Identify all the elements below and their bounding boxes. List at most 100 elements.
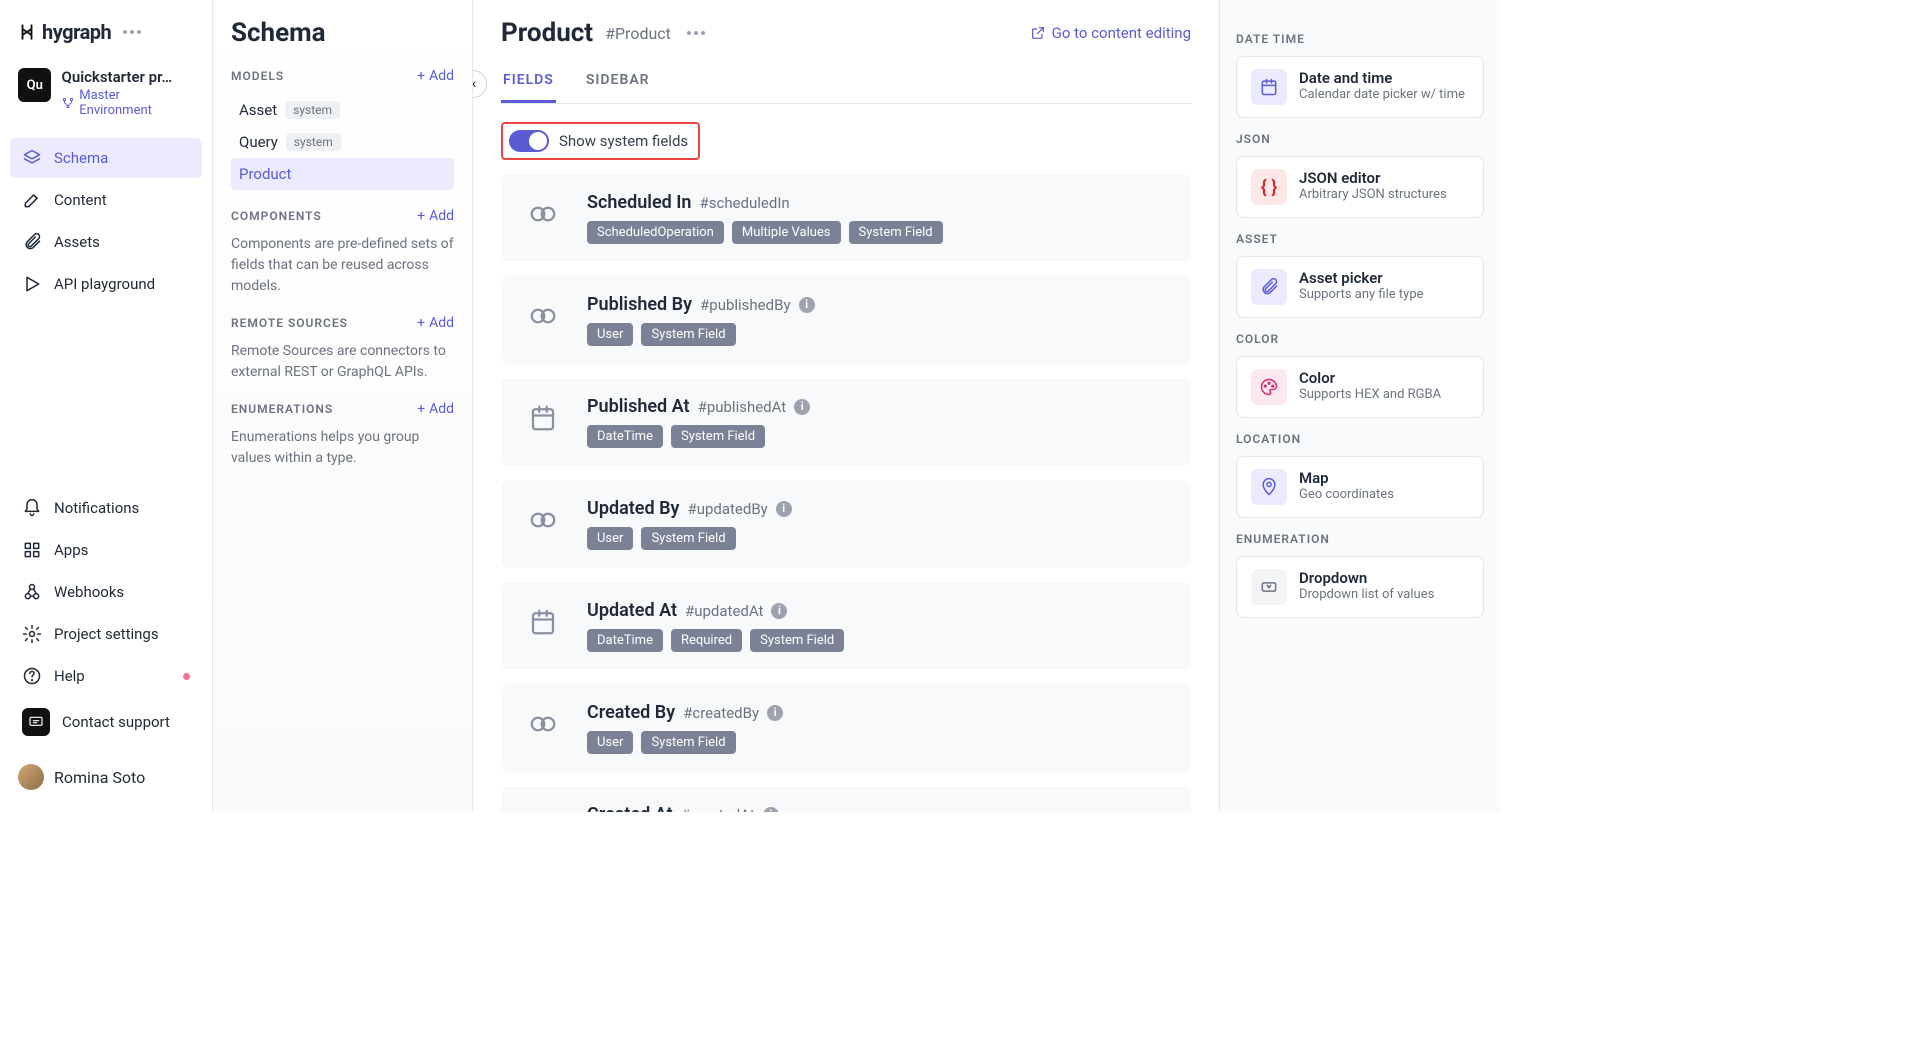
- nav-help[interactable]: Help: [10, 656, 202, 696]
- field-pill: User: [587, 731, 633, 754]
- info-icon[interactable]: i: [776, 501, 792, 517]
- field-card[interactable]: Created By#createdByiUserSystem Field: [501, 684, 1191, 772]
- field-pill: System Field: [641, 323, 735, 346]
- logo-mark-icon: [18, 23, 36, 41]
- field-type-dropdown[interactable]: DropdownDropdown list of values: [1236, 556, 1484, 618]
- field-card[interactable]: Published At#publishedAtiDateTimeSystem …: [501, 378, 1191, 466]
- field-api-id: #publishedBy: [700, 296, 791, 314]
- field-type-color[interactable]: ColorSupports HEX and RGBA: [1236, 356, 1484, 418]
- user-name: Romina Soto: [54, 768, 145, 787]
- field-name: Created At: [587, 804, 673, 812]
- field-type-json-editor[interactable]: { }JSON editorArbitrary JSON structures: [1236, 156, 1484, 218]
- info-icon[interactable]: i: [771, 603, 787, 619]
- link-icon: [523, 500, 563, 540]
- field-pill: System Field: [849, 221, 943, 244]
- field-pill: User: [587, 527, 633, 550]
- field-card[interactable]: Published By#publishedByiUserSystem Fiel…: [501, 276, 1191, 364]
- nav-assets[interactable]: Assets: [10, 222, 202, 262]
- project-name: Quickstarter pr…: [61, 68, 191, 86]
- components-label: COMPONENTS: [231, 209, 322, 223]
- info-icon[interactable]: i: [799, 297, 815, 313]
- field-pill: DateTime: [587, 629, 663, 652]
- rail-section-label: COLOR: [1236, 332, 1484, 346]
- add-model-button[interactable]: + Add: [417, 68, 454, 84]
- field-card[interactable]: Updated At#updatedAtiDateTimeRequiredSys…: [501, 582, 1191, 670]
- field-name: Updated By: [587, 498, 679, 519]
- tab-sidebar[interactable]: SIDEBAR: [584, 60, 652, 103]
- field-name: Published At: [587, 396, 690, 417]
- field-api-id: #scheduledIn: [699, 194, 789, 212]
- palette-icon: [1251, 369, 1287, 405]
- nav-api-playground[interactable]: API playground: [10, 264, 202, 304]
- rail-section-label: DATE TIME: [1236, 32, 1484, 46]
- field-pill: System Field: [641, 527, 735, 550]
- field-card[interactable]: Updated By #updatedBy i User System Field: [501, 480, 1191, 568]
- field-pill: System Field: [641, 731, 735, 754]
- nav-schema[interactable]: Schema: [10, 138, 202, 178]
- schema-panel: Schema MODELS + Add AssetsystemQuerysyst…: [213, 0, 473, 812]
- field-api-id: #updatedBy: [687, 500, 767, 518]
- nav-notifications[interactable]: Notifications: [10, 488, 202, 528]
- nav-webhooks[interactable]: Webhooks: [10, 572, 202, 612]
- field-pill: User: [587, 323, 633, 346]
- field-name: Scheduled In: [587, 192, 691, 213]
- grid-icon: [22, 540, 42, 560]
- info-icon[interactable]: i: [763, 807, 779, 813]
- info-icon[interactable]: i: [794, 399, 810, 415]
- nav-content[interactable]: Content: [10, 180, 202, 220]
- field-type-title: JSON editor: [1299, 169, 1447, 187]
- field-api-id: #publishedAt: [698, 398, 787, 416]
- nav-project-settings[interactable]: Project settings: [10, 614, 202, 654]
- pin-icon: [1251, 469, 1287, 505]
- remote-desc: Remote Sources are connectors to externa…: [231, 341, 454, 383]
- field-card[interactable]: Scheduled In#scheduledInScheduledOperati…: [501, 174, 1191, 262]
- calendar-icon: [523, 806, 563, 812]
- layers-icon: [22, 148, 42, 168]
- chat-icon: [22, 708, 50, 736]
- tabs: FIELDS SIDEBAR: [501, 60, 1191, 104]
- show-system-fields-toggle[interactable]: [509, 130, 549, 152]
- calendar-icon: [523, 398, 563, 438]
- add-component-button[interactable]: + Add: [417, 208, 454, 224]
- field-type-desc: Supports any file type: [1299, 287, 1424, 302]
- project-environment[interactable]: Master Environment: [61, 88, 194, 118]
- enums-desc: Enumerations helps you group values with…: [231, 427, 454, 469]
- model-item-product[interactable]: Product: [231, 158, 454, 190]
- user-menu[interactable]: Romina Soto: [0, 754, 212, 800]
- schema-title: Schema: [231, 18, 454, 48]
- add-enum-button[interactable]: + Add: [417, 401, 454, 417]
- external-link-icon: [1030, 25, 1046, 41]
- brand-logo[interactable]: hygraph: [18, 20, 111, 44]
- add-remote-button[interactable]: + Add: [417, 315, 454, 331]
- field-pill: Multiple Values: [732, 221, 841, 244]
- rail-section-label: ENUMERATION: [1236, 532, 1484, 546]
- page-menu-button[interactable]: [683, 27, 709, 39]
- field-api-id: #updatedAt: [685, 602, 763, 620]
- clip-icon: [1251, 269, 1287, 305]
- rail-section-label: LOCATION: [1236, 432, 1484, 446]
- field-type-asset-picker[interactable]: Asset pickerSupports any file type: [1236, 256, 1484, 318]
- info-icon[interactable]: i: [767, 705, 783, 721]
- brand-menu-button[interactable]: [119, 26, 145, 38]
- nav-apps[interactable]: Apps: [10, 530, 202, 570]
- tab-fields[interactable]: FIELDS: [501, 60, 556, 103]
- field-card[interactable]: Created At#createdAti: [501, 786, 1191, 812]
- model-item-asset[interactable]: Assetsystem: [231, 94, 454, 126]
- page-title: Product: [501, 18, 593, 48]
- go-to-content-link[interactable]: Go to content editing: [1030, 24, 1191, 42]
- clip-icon: [22, 232, 42, 252]
- rail-section-label: ASSET: [1236, 232, 1484, 246]
- page-api-id: #Product: [605, 24, 671, 43]
- field-name: Created By: [587, 702, 675, 723]
- field-type-desc: Arbitrary JSON structures: [1299, 187, 1447, 202]
- nav-contact-support[interactable]: Contact support: [10, 698, 202, 746]
- model-item-query[interactable]: Querysystem: [231, 126, 454, 158]
- field-type-date-and-time[interactable]: Date and timeCalendar date picker w/ tim…: [1236, 56, 1484, 118]
- project-switcher[interactable]: Qu Quickstarter pr… Master Environment: [0, 60, 212, 130]
- field-type-title: Color: [1299, 369, 1441, 387]
- bell-icon: [22, 498, 42, 518]
- rail-section-label: JSON: [1236, 132, 1484, 146]
- models-label: MODELS: [231, 69, 284, 83]
- show-system-fields-row: Show system fields: [501, 122, 700, 160]
- field-type-map[interactable]: MapGeo coordinates: [1236, 456, 1484, 518]
